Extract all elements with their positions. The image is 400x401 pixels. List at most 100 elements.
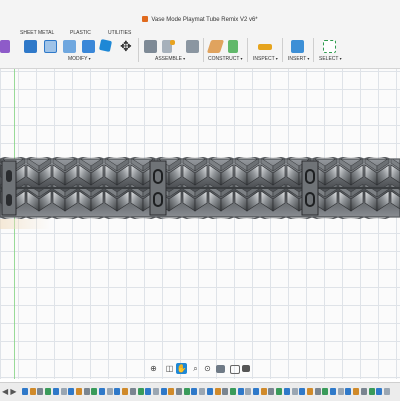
connector-left bbox=[1, 160, 17, 216]
timeline-feature-icon[interactable] bbox=[345, 388, 352, 395]
timeline-feature-icon[interactable] bbox=[45, 388, 52, 395]
inspect-menu[interactable]: INSPECT bbox=[253, 56, 278, 62]
timeline-feature-icon[interactable] bbox=[330, 388, 336, 395]
selection-highlight bbox=[0, 219, 50, 229]
insert-image-icon[interactable] bbox=[291, 40, 304, 53]
timeline-feature-icon[interactable] bbox=[137, 388, 144, 395]
grid-settings-icon[interactable] bbox=[230, 365, 240, 374]
timeline-feature-icon[interactable] bbox=[37, 388, 44, 395]
zoom-icon[interactable]: ⌕ bbox=[190, 363, 201, 374]
timeline: ◀ ▶ bbox=[0, 382, 400, 401]
window-title: Vase Mode Playmat Tube Remix V2 v6* bbox=[151, 17, 258, 23]
timeline-feature-icon[interactable] bbox=[145, 388, 152, 395]
timeline-feature-icon[interactable] bbox=[114, 388, 121, 395]
fillet-icon[interactable] bbox=[44, 40, 57, 53]
timeline-feature-icon[interactable] bbox=[368, 388, 375, 395]
assemble-menu[interactable]: ASSEMBLE bbox=[155, 56, 185, 62]
tab-sheet-metal[interactable]: SHEET METAL bbox=[20, 30, 54, 36]
select-window-icon[interactable] bbox=[323, 40, 336, 53]
create-solid-icon[interactable] bbox=[0, 40, 10, 53]
timeline-feature-icon[interactable] bbox=[206, 388, 213, 395]
select-menu[interactable]: SELECT bbox=[319, 56, 342, 62]
timeline-feature-icon[interactable] bbox=[337, 388, 344, 395]
timeline-feature-icon[interactable] bbox=[383, 388, 390, 395]
timeline-feature-icon[interactable] bbox=[191, 388, 198, 395]
timeline-controls[interactable]: ◀ ▶ bbox=[2, 387, 17, 396]
timeline-feature-icon[interactable] bbox=[129, 388, 136, 395]
timeline-feature-icon[interactable] bbox=[152, 388, 159, 395]
design-canvas[interactable] bbox=[0, 69, 400, 379]
connector-right bbox=[301, 160, 319, 216]
ribbon-divider bbox=[203, 38, 204, 62]
construct-menu[interactable]: CONSTRUCT bbox=[208, 56, 243, 62]
timeline-feature-icon[interactable] bbox=[322, 388, 329, 395]
timeline-feature-icon[interactable] bbox=[91, 388, 98, 395]
timeline-feature-icon[interactable] bbox=[253, 388, 259, 395]
braided-band bbox=[0, 158, 400, 218]
timeline-feature-icon[interactable] bbox=[83, 388, 90, 395]
timeline-feature-icon[interactable] bbox=[214, 388, 221, 395]
timeline-feature-icon[interactable] bbox=[22, 388, 28, 395]
joint-origin-icon[interactable] bbox=[170, 40, 175, 45]
press-pull-icon[interactable] bbox=[24, 40, 37, 53]
timeline-feature-icon[interactable] bbox=[291, 388, 298, 395]
shell-icon[interactable] bbox=[82, 40, 95, 53]
timeline-feature-icon[interactable] bbox=[306, 388, 313, 395]
ribbon-divider bbox=[138, 38, 139, 62]
insert-menu[interactable]: INSERT bbox=[288, 56, 309, 62]
timeline-feature-icon[interactable] bbox=[122, 388, 129, 395]
timeline-feature-icon[interactable] bbox=[376, 388, 383, 395]
modify-menu[interactable]: MODIFY bbox=[68, 56, 91, 62]
timeline-feature-icon[interactable] bbox=[237, 388, 244, 395]
timeline-feature-icon[interactable] bbox=[283, 388, 290, 395]
timeline-feature-icon[interactable] bbox=[99, 388, 105, 395]
timeline-feature-icon[interactable] bbox=[199, 388, 206, 395]
title-bar: Vase Mode Playmat Tube Remix V2 v6* bbox=[0, 0, 400, 28]
timeline-feature-icon[interactable] bbox=[268, 388, 275, 395]
timeline-feature-icon[interactable] bbox=[52, 388, 59, 395]
timeline-feature-icon[interactable] bbox=[168, 388, 175, 395]
ribbon-divider bbox=[313, 38, 314, 62]
timeline-feature-icon[interactable] bbox=[176, 388, 182, 395]
ribbon-toolbar: SHEET METAL PLASTIC UTILITIES ✥ MODIFY A… bbox=[0, 28, 400, 69]
combine-icon[interactable] bbox=[98, 38, 113, 53]
timeline-feature-icon[interactable] bbox=[314, 388, 321, 395]
timeline-feature-icon[interactable] bbox=[68, 388, 75, 395]
window-title-container: Vase Mode Playmat Tube Remix V2 v6* bbox=[0, 16, 400, 23]
timeline-feature-icon[interactable] bbox=[299, 388, 306, 395]
ribbon-divider bbox=[247, 38, 248, 62]
orbit-icon[interactable]: ⊕ bbox=[148, 363, 159, 374]
timeline-feature-icon[interactable] bbox=[245, 388, 252, 395]
timeline-feature-icon[interactable] bbox=[60, 388, 67, 395]
navigation-bar: ⊕ ◫ ✋ ⌕ ⊙ bbox=[148, 362, 252, 376]
timeline-feature-icon[interactable] bbox=[260, 388, 267, 395]
look-at-icon[interactable]: ◫ bbox=[164, 363, 175, 374]
timeline-feature-icon[interactable] bbox=[353, 388, 360, 395]
document-icon bbox=[142, 16, 149, 22]
zoom-window-icon[interactable]: ⊙ bbox=[202, 363, 213, 374]
move-icon[interactable]: ✥ bbox=[120, 39, 132, 53]
ribbon-divider bbox=[282, 38, 283, 62]
tab-plastic[interactable]: PLASTIC bbox=[70, 30, 91, 36]
as-built-joint-icon[interactable] bbox=[186, 40, 199, 53]
new-component-icon[interactable] bbox=[144, 40, 157, 53]
chamfer-icon[interactable] bbox=[63, 40, 76, 53]
playmat-tube-model[interactable] bbox=[0, 157, 400, 219]
plane-at-angle-icon[interactable] bbox=[228, 40, 238, 53]
pan-icon[interactable]: ✋ bbox=[176, 363, 187, 374]
timeline-feature-icon[interactable] bbox=[106, 388, 113, 395]
measure-icon[interactable] bbox=[258, 44, 272, 50]
offset-plane-icon[interactable] bbox=[206, 40, 225, 53]
timeline-feature-icon[interactable] bbox=[183, 388, 190, 395]
timeline-feature-icon[interactable] bbox=[75, 388, 82, 395]
viewports-icon[interactable] bbox=[242, 365, 250, 372]
timeline-feature-icon[interactable] bbox=[222, 388, 229, 395]
timeline-feature-icon[interactable] bbox=[276, 388, 283, 395]
connector-middle bbox=[149, 160, 167, 216]
timeline-feature-icon[interactable] bbox=[160, 388, 167, 395]
tab-utilities[interactable]: UTILITIES bbox=[108, 30, 131, 36]
timeline-feature-icon[interactable] bbox=[29, 388, 36, 395]
timeline-feature-icon[interactable] bbox=[229, 388, 236, 395]
display-settings-icon[interactable] bbox=[216, 365, 225, 373]
timeline-feature-icon[interactable] bbox=[360, 388, 367, 395]
